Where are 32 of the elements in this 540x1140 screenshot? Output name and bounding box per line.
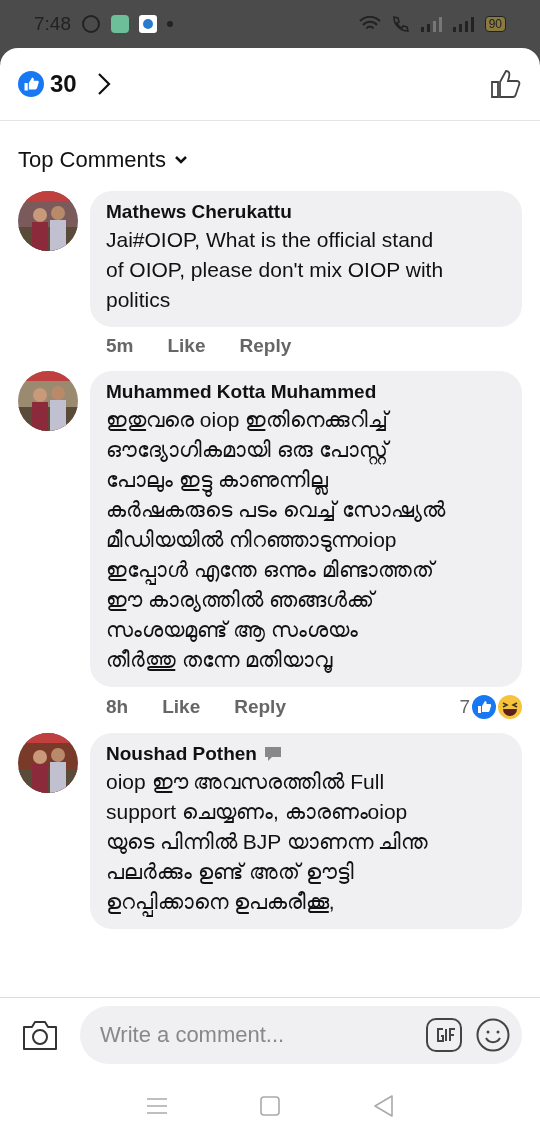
comment-text: ഇതുവരെ oiop ഇതിനെക്കുറിച്ച് ഔദ്യോഗികമായി ഒരു പോസ്റ്റ് പോലും ഇട്ടു കാണുന്നില്ല കർഷകരുടെ പടം വെച്ച് സോഷ്യൽ മീഡിയയിൽ നിറഞ്ഞാടുന്നoiop ഇപ്പോൾ എന്തേ ഒന്നും മിണ്ടാത്തത് ഈ കാര്യത്തിൽ ഞങ്ങൾക്ക് സംശയമുണ്ട് ആ സംശയം തീർത്തു തന്നേ മതിയാവൂ <box>106 407 447 675</box>
signal-icon <box>420 16 443 32</box>
camera-icon[interactable] <box>22 1019 58 1051</box>
comment-time: 5m <box>106 335 134 357</box>
dot-icon <box>167 21 173 27</box>
battery-level: 90 <box>484 16 506 32</box>
signal-icon <box>452 16 475 32</box>
like-link[interactable]: Like <box>162 696 201 718</box>
comment-time: 8h <box>106 696 129 718</box>
phone-icon <box>390 15 411 33</box>
app-icon <box>139 15 157 33</box>
smiley-icon[interactable] <box>476 1018 510 1052</box>
like-count: 30 <box>50 70 77 98</box>
chevron-down-icon <box>173 155 188 165</box>
comment-author[interactable]: Noushad Pothen <box>106 743 257 765</box>
comment-field[interactable]: Write a comment... <box>80 1006 522 1064</box>
sort-dropdown[interactable]: Top Comments <box>14 143 192 177</box>
thumbs-up-icon[interactable] <box>490 69 522 99</box>
like-icon <box>472 695 496 719</box>
reply-link[interactable]: Reply <box>239 335 292 357</box>
comment-text: Jai#OIOP, What is the official stand of OIOP, please don't mix OIOP with politics <box>106 227 445 313</box>
app-icon <box>111 15 129 33</box>
comment-author[interactable]: Mathews Cherukattu <box>106 201 292 223</box>
reaction-count: 7 <box>459 696 470 718</box>
like-icon <box>18 71 44 97</box>
wifi-icon <box>358 16 381 32</box>
gif-icon[interactable] <box>426 1018 462 1052</box>
laughing-emoji-icon <box>498 695 522 719</box>
reply-link[interactable]: Reply <box>234 696 286 718</box>
comment-text: oiop ഈ അവസരത്തിൽ Full support ചെയ്യണം, കാരണംoiop യുടെ പിന്നിൽ BJP യാണന്ന ചിന്ത പലർക്കും ഉണ്ട് അത് ഊട്ടി ഉറപ്പിക്കാനെ ഉപകരീക്കൂ, <box>106 767 506 917</box>
like-link[interactable]: Like <box>167 335 206 357</box>
comment-author[interactable]: Muhammed Kotta Muhammed <box>106 381 377 403</box>
